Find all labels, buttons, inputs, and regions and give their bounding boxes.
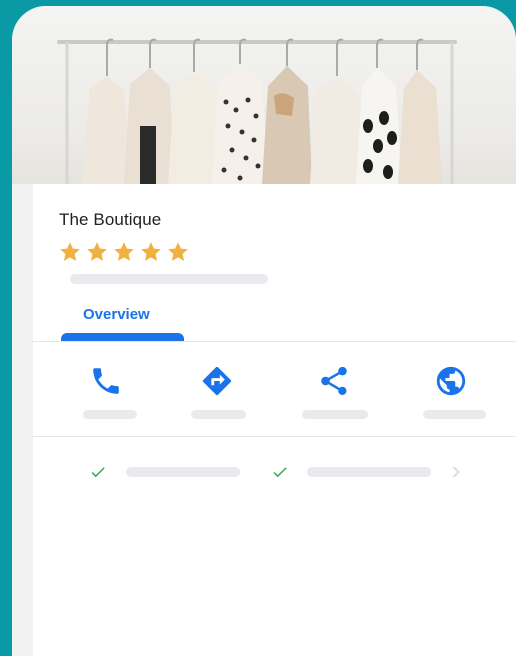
- actions-divider: [33, 436, 516, 437]
- star-icon: [60, 242, 80, 261]
- tab-overview[interactable]: Overview: [83, 306, 150, 323]
- chevron-right-icon[interactable]: [446, 462, 466, 482]
- share-label-placeholder: [302, 410, 368, 419]
- directions-icon: [202, 366, 232, 396]
- business-name: The Boutique: [59, 210, 162, 229]
- tab-active-indicator: [61, 333, 184, 341]
- check-icon: [91, 467, 105, 478]
- star-icon: [114, 242, 134, 261]
- website-button[interactable]: [413, 364, 516, 424]
- phone-frame: The Boutique Overview: [12, 6, 516, 656]
- website-label-placeholder: [423, 410, 486, 419]
- globe-icon: [436, 366, 466, 396]
- share-button[interactable]: [295, 364, 405, 424]
- directions-label-placeholder: [191, 410, 246, 419]
- tab-divider: [33, 341, 516, 342]
- place-card: The Boutique Overview: [33, 184, 516, 656]
- star-icon: [87, 242, 107, 261]
- star-icon: [168, 242, 188, 261]
- check-icon: [273, 467, 287, 478]
- phone-icon: [93, 368, 119, 394]
- call-button[interactable]: [73, 364, 183, 424]
- directions-button[interactable]: [185, 364, 295, 424]
- attribute-placeholder: [126, 467, 240, 477]
- attribute-placeholder: [307, 467, 431, 477]
- placeholder-line: [70, 274, 268, 284]
- share-icon: [321, 366, 347, 396]
- star-icon: [141, 242, 161, 261]
- clothing-rack-image: [57, 38, 457, 184]
- hero-photo: [12, 6, 516, 184]
- rating-stars: [58, 240, 190, 264]
- call-label-placeholder: [83, 410, 137, 419]
